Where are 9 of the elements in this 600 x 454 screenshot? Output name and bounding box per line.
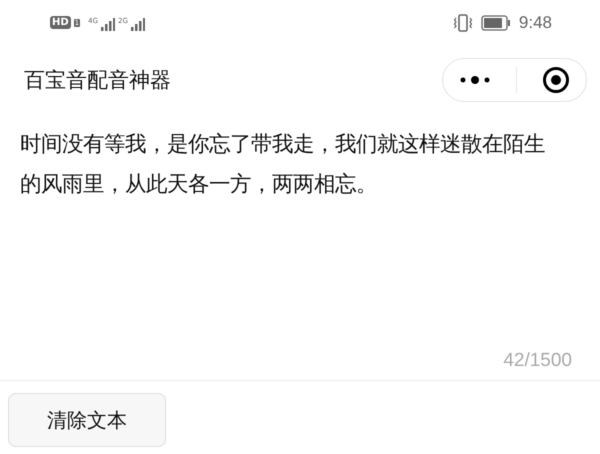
battery-icon <box>480 14 511 30</box>
text-content: 时间没有等我，是你忘了带我走，我们就这样迷散在陌生的风雨里，从此天各一方，两两相忘。 <box>20 131 546 199</box>
hd-badge: HD <box>50 16 71 29</box>
vibrate-icon <box>452 14 473 32</box>
clock-time: 9:48 <box>518 12 552 32</box>
more-icon[interactable] <box>459 75 492 85</box>
page-title: 百宝音配音神器 <box>24 67 171 94</box>
clear-text-button[interactable]: 清除文本 <box>8 393 166 447</box>
character-counter: 42/1500 <box>503 350 572 373</box>
